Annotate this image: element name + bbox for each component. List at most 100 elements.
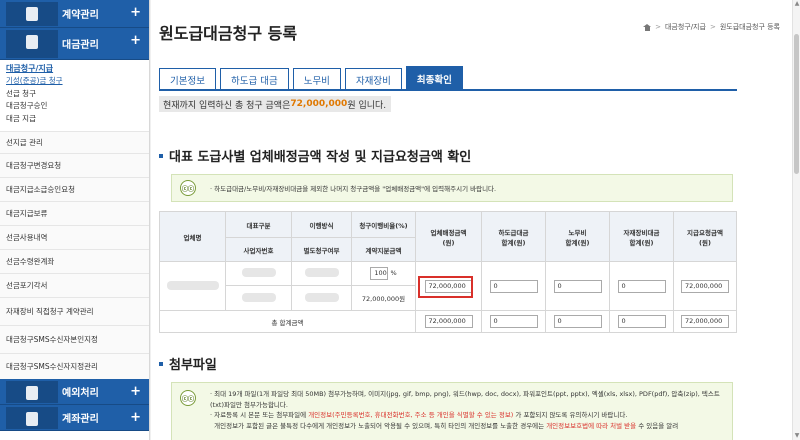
scroll-up-icon[interactable]: ▲ [794, 1, 800, 7]
header-company: 업체명 [159, 211, 226, 262]
total-prefix: 현재까지 입력하신 총 청구 금액은 [163, 100, 291, 111]
sidebar-section-contract[interactable]: 계약관리 + [0, 0, 149, 28]
breadcrumb-item[interactable]: 대금청구/지급 [665, 22, 706, 32]
header-ratio: 청구이행비율(%) [351, 211, 416, 238]
total-row: 총 합계금액 72,000,000 0 0 0 72,000,000 [159, 310, 737, 333]
rep-div-redacted [225, 261, 292, 286]
sidebar-item[interactable]: 선지급 관리 [0, 131, 149, 153]
separate-redacted [291, 285, 352, 311]
total-suffix: 원 입니다. [347, 100, 387, 111]
ratio-input[interactable]: 100 [370, 267, 389, 280]
header-separate: 별도청구여부 [291, 237, 352, 262]
total-pay-field: 72,000,000 [681, 315, 729, 328]
attachment-notice-text: · 최대 19개 파일(1개 파일당 최대 50MB) 첨부가능하며, 이미지(… [210, 390, 720, 430]
total-labor-field: 0 [553, 315, 602, 328]
header-sub: 하도급대금 합계(원) [481, 211, 546, 262]
sidebar-item[interactable]: 대금지급보류 [0, 201, 149, 225]
section-title-assignment: 대표 도급사별 업체배정금액 작성 및 지급요청금액 확인 [159, 146, 471, 165]
tab-final-confirm[interactable]: 최종확인 [405, 66, 463, 90]
sidebar-sub-item[interactable]: 기성(준공)금 청구 [0, 75, 149, 88]
sub-amount-field: 0 [489, 279, 538, 293]
header-material: 자재장비대금 합계(원) [609, 211, 674, 262]
total-amount: 72,000,000 [290, 99, 348, 109]
breadcrumb-separator: > [655, 23, 661, 31]
exception-icon [6, 381, 58, 403]
header-method: 이행방식 [291, 211, 352, 238]
pay-amount-field: 72,000,000 [681, 279, 729, 293]
bullet-icon [159, 153, 163, 158]
biz-no-redacted [225, 285, 292, 311]
attachment-notice-box: ⓒⓒ · 최대 19개 파일(1개 파일당 최대 50MB) 첨부가능하며, 이… [171, 382, 733, 440]
header-biz-no: 사업자번호 [225, 237, 292, 262]
sidebar-sub-item[interactable]: 대금청구승인 [0, 100, 149, 113]
expand-plus-icon[interactable]: + [130, 385, 141, 399]
header-rep-div: 대표구분 [225, 211, 292, 238]
tab-divider [159, 89, 737, 91]
total-assign-field: 72,000,000 [424, 315, 473, 328]
bullet-icon [159, 361, 163, 366]
header-assign: 업체배정금액 (원) [415, 211, 482, 262]
page-title: 원도급대금청구 등록 [159, 24, 298, 43]
sidebar-section-exception[interactable]: 예외처리 + [0, 379, 149, 405]
notice-icon: ⓒⓒ [180, 390, 196, 406]
sidebar-section-label: 계약관리 [62, 10, 99, 21]
scroll-thumb[interactable] [794, 34, 799, 174]
breadcrumb-item: 원도급대금청구 등록 [719, 23, 780, 31]
sidebar-item[interactable]: 선금수령완계좌 [0, 249, 149, 273]
notice-text: · 하도급대금/노무비/자재장비대금을 제외한 나머지 청구금액을 "업체배정금… [210, 185, 497, 193]
section-title-text: 첨부파일 [169, 358, 217, 373]
sidebar-section-account[interactable]: 계좌관리 + [0, 405, 149, 431]
sidebar-section-label: 계좌관리 [62, 414, 99, 425]
account-icon [6, 407, 58, 429]
sidebar-item[interactable]: 대금청구SMS수신자본인지정 [0, 325, 149, 353]
tab-subcontract[interactable]: 하도급 대금 [219, 68, 289, 90]
total-label: 총 합계금액 [159, 310, 416, 333]
notice-icon: ⓒⓒ [180, 180, 196, 196]
tab-basic-info[interactable]: 기본정보 [159, 68, 216, 90]
sidebar: 계약관리 + 대금관리 + 대금청구/지급 기성(준공)금 청구 선급 청구 대… [0, 0, 150, 440]
tab-material[interactable]: 자재장비 [344, 68, 402, 90]
vertical-scrollbar[interactable]: ▲ ▼ [792, 0, 800, 440]
tab-bar: 기본정보 하도급 대금 노무비 자재장비 최종확인 [159, 66, 467, 90]
sidebar-section-payment[interactable]: 대금관리 + [0, 28, 149, 60]
expand-plus-icon[interactable]: + [130, 34, 141, 48]
sidebar-section-label: 대금관리 [62, 40, 99, 51]
header-contract-amt: 계약지분금액 [351, 237, 416, 262]
total-sub-field: 0 [489, 315, 538, 328]
building-icon [6, 30, 58, 58]
sidebar-item[interactable]: 대금지급소급승인요청 [0, 177, 149, 201]
sidebar-sub-item[interactable]: 대금 지급 [0, 113, 149, 126]
expand-plus-icon[interactable]: + [130, 411, 141, 425]
main-content: 원도급대금청구 등록 > 대금청구/지급 > 원도급대금청구 등록 기본정보 하… [151, 0, 792, 440]
sidebar-item[interactable]: 자재장비 직접청구 계약관리 [0, 297, 149, 325]
sidebar-item[interactable]: 대금청구변경요청 [0, 153, 149, 177]
breadcrumb: > 대금청구/지급 > 원도급대금청구 등록 [643, 22, 780, 32]
section-title-text: 대표 도급사별 업체배정금액 작성 및 지급요청금액 확인 [169, 150, 472, 165]
sidebar-item[interactable]: 선금포기각서 [0, 273, 149, 297]
material-amount-field: 0 [617, 279, 666, 293]
assignment-table: 업체명 대표구분 이행방식 청구이행비율(%) 업체배정금액 (원) 하도급대금 합… [159, 211, 737, 333]
labor-amount-field: 0 [553, 279, 602, 293]
sidebar-item[interactable]: 대금청구SMS수신자지정관리 [0, 353, 149, 379]
total-amount-bar: 현재까지 입력하신 총 청구 금액은 72,000,000 원 입니다. [159, 96, 391, 112]
scroll-down-icon[interactable]: ▼ [794, 433, 800, 439]
home-icon[interactable] [643, 23, 652, 31]
section-title-attachments: 첨부파일 [159, 354, 217, 373]
contract-amount: 72,000,000원 [351, 285, 416, 311]
sidebar-item[interactable]: 선금사용내역 [0, 225, 149, 249]
header-labor: 노무비 합계(원) [545, 211, 610, 262]
sidebar-sub-active[interactable]: 대금청구/지급 [0, 60, 149, 75]
total-material-field: 0 [617, 315, 666, 328]
expand-plus-icon[interactable]: + [130, 6, 141, 20]
ratio-cell: 100 % [351, 261, 416, 286]
highlight-box [418, 276, 473, 298]
company-name-redacted [159, 261, 226, 311]
header-pay: 지급요청금액 (원) [673, 211, 737, 262]
method-redacted [291, 261, 352, 286]
sidebar-sub-item[interactable]: 선급 청구 [0, 88, 149, 101]
notice-box: ⓒⓒ · 하도급대금/노무비/자재장비대금을 제외한 나머지 청구금액을 "업체… [171, 174, 733, 202]
sidebar-section-label: 예외처리 [62, 388, 99, 399]
tab-labor[interactable]: 노무비 [292, 68, 341, 90]
contract-icon [6, 2, 58, 26]
breadcrumb-separator: > [709, 23, 716, 31]
